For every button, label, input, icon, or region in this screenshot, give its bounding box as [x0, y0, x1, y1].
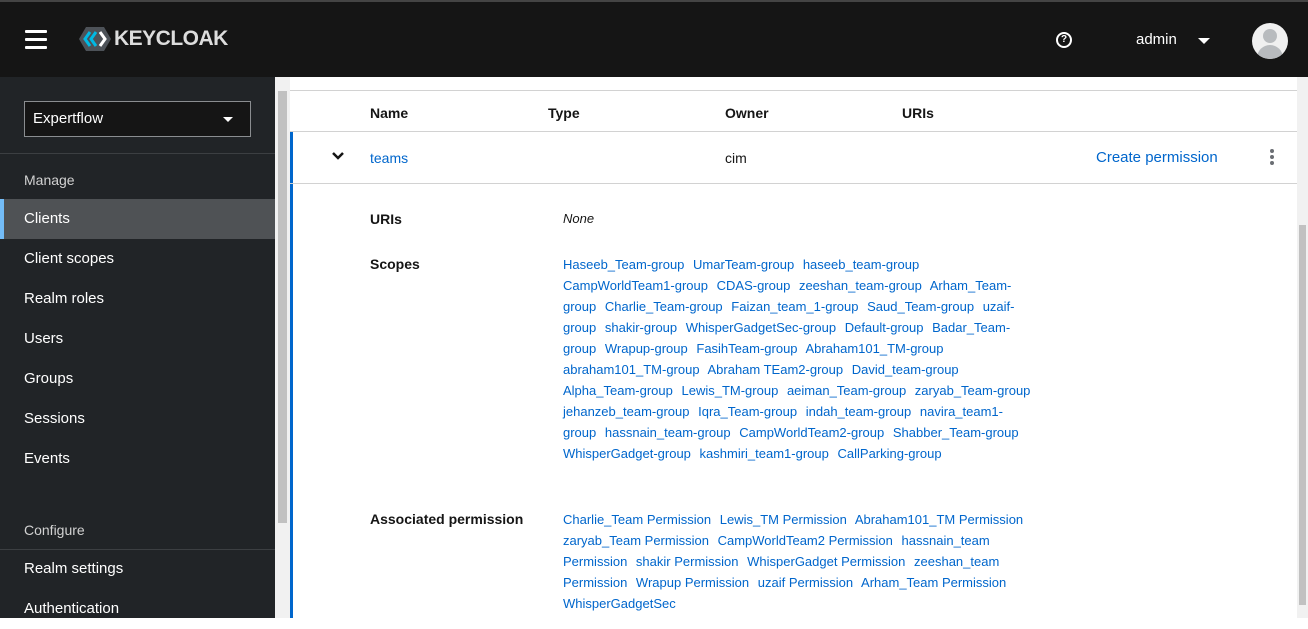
column-owner: Owner [725, 105, 769, 121]
expanded-indicator [290, 132, 293, 618]
permission-link[interactable]: shakir Permission [636, 554, 739, 569]
scope-link[interactable]: Alpha_Team-group [563, 383, 673, 398]
avatar[interactable] [1252, 23, 1288, 59]
permission-link[interactable]: uzaif Permission [758, 575, 853, 590]
help-icon[interactable]: ? [1056, 32, 1072, 48]
sidebar-item-groups[interactable]: Groups [0, 359, 275, 399]
scope-link[interactable]: abraham101_TM-group [563, 362, 700, 377]
sidebar-item-client-scopes[interactable]: Client scopes [0, 239, 275, 279]
keycloak-hex-icon [79, 27, 111, 51]
scope-link[interactable]: CampWorldTeam1-group [563, 278, 708, 293]
scope-link[interactable]: haseeb_team-group [803, 257, 919, 272]
scope-link[interactable]: hassnain_team-group [605, 425, 731, 440]
scope-link[interactable]: Faizan_team_1-group [731, 299, 858, 314]
scope-link[interactable]: Saud_Team-group [867, 299, 974, 314]
permission-link[interactable]: Arham_Team Permission [861, 575, 1006, 590]
chevron-down-icon[interactable] [332, 152, 344, 161]
scope-link[interactable]: shakir-group [605, 320, 677, 335]
scopes-list: Haseeb_Team-group UmarTeam-group haseeb_… [563, 254, 1038, 464]
sidebar-item-sessions[interactable]: Sessions [0, 399, 275, 439]
resource-owner: cim [725, 150, 747, 166]
scope-link[interactable]: Default-group [845, 320, 924, 335]
column-type: Type [548, 105, 580, 121]
permissions-list: Charlie_Team Permission Lewis_TM Permiss… [563, 509, 1038, 614]
sidebar-item-realm-settings[interactable]: Realm settings [0, 549, 275, 589]
scope-link[interactable]: jehanzeb_team-group [563, 404, 689, 419]
scope-link[interactable]: indah_team-group [806, 404, 912, 419]
permission-link[interactable]: CampWorldTeam2 Permission [718, 533, 893, 548]
permission-link[interactable]: Wrapup Permission [636, 575, 749, 590]
sidebar-item-authentication[interactable]: Authentication [0, 589, 275, 629]
scope-link[interactable]: FasihTeam-group [696, 341, 797, 356]
column-uris: URIs [902, 105, 934, 121]
permission-link[interactable]: WhisperGadgetSec [563, 596, 676, 611]
associated-permission-label: Associated permission [370, 511, 524, 527]
uris-label: URIs [370, 211, 402, 227]
resources-table: Name Type Owner URIs teams cim Create pe… [290, 77, 1297, 618]
section-manage: Manage [24, 172, 75, 188]
divider [290, 131, 1297, 132]
divider [290, 183, 1297, 184]
permission-link[interactable]: WhisperGadget Permission [747, 554, 905, 569]
scope-link[interactable]: zeeshan_team-group [799, 278, 922, 293]
scope-link[interactable]: Lewis_TM-group [681, 383, 778, 398]
scope-link[interactable]: Abraham101_TM-group [805, 341, 943, 356]
scope-link[interactable]: kashmiri_team1-group [700, 446, 829, 461]
caret-down-icon [223, 117, 233, 122]
hamburger-menu-icon[interactable] [25, 30, 47, 54]
permission-link[interactable]: Abraham101_TM Permission [855, 512, 1023, 527]
permission-link[interactable]: Lewis_TM Permission [720, 512, 847, 527]
create-permission-button[interactable]: Create permission [1096, 149, 1218, 166]
permission-link[interactable]: Charlie_Team Permission [563, 512, 711, 527]
masthead: KEYCLOAK ? admin [0, 0, 1308, 77]
column-name[interactable]: Name [370, 105, 408, 121]
main-scrollbar[interactable] [1297, 77, 1308, 618]
sidebar-item-clients[interactable]: Clients [0, 199, 275, 239]
kebab-menu-icon[interactable] [1270, 149, 1274, 167]
scope-link[interactable]: Haseeb_Team-group [563, 257, 684, 272]
scope-link[interactable]: Shabber_Team-group [893, 425, 1019, 440]
sidebar: Expertflow Manage Clients Client scopes … [0, 77, 275, 618]
realm-selector[interactable]: Expertflow [24, 101, 251, 137]
scope-link[interactable]: Abraham TEam2-group [707, 362, 843, 377]
divider [290, 90, 1297, 91]
uris-value: None [563, 211, 595, 226]
sidebar-item-events[interactable]: Events [0, 439, 275, 479]
scope-link[interactable]: zaryab_Team-group [915, 383, 1031, 398]
caret-down-icon[interactable] [1198, 38, 1210, 44]
resource-name-link[interactable]: teams [370, 150, 408, 166]
permission-link[interactable]: zaryab_Team Permission [563, 533, 709, 548]
scope-link[interactable]: WhisperGadget-group [563, 446, 691, 461]
sidebar-item-realm-roles[interactable]: Realm roles [0, 279, 275, 319]
scopes-label: Scopes [370, 256, 420, 272]
scope-link[interactable]: UmarTeam-group [693, 257, 794, 272]
scope-link[interactable]: WhisperGadgetSec-group [686, 320, 836, 335]
scope-link[interactable]: CallParking-group [838, 446, 942, 461]
scope-link[interactable]: CDAS-group [717, 278, 791, 293]
sidebar-scrollbar[interactable] [275, 77, 290, 618]
section-configure: Configure [24, 522, 85, 538]
scope-link[interactable]: CampWorldTeam2-group [739, 425, 884, 440]
sidebar-item-users[interactable]: Users [0, 319, 275, 359]
divider [0, 153, 275, 154]
scope-link[interactable]: aeiman_Team-group [787, 383, 906, 398]
scope-link[interactable]: Wrapup-group [605, 341, 688, 356]
user-dropdown[interactable]: admin [1136, 31, 1177, 48]
scope-link[interactable]: Iqra_Team-group [698, 404, 797, 419]
keycloak-logo[interactable]: KEYCLOAK [78, 26, 228, 52]
scope-link[interactable]: Charlie_Team-group [605, 299, 723, 314]
scope-link[interactable]: David_team-group [852, 362, 959, 377]
